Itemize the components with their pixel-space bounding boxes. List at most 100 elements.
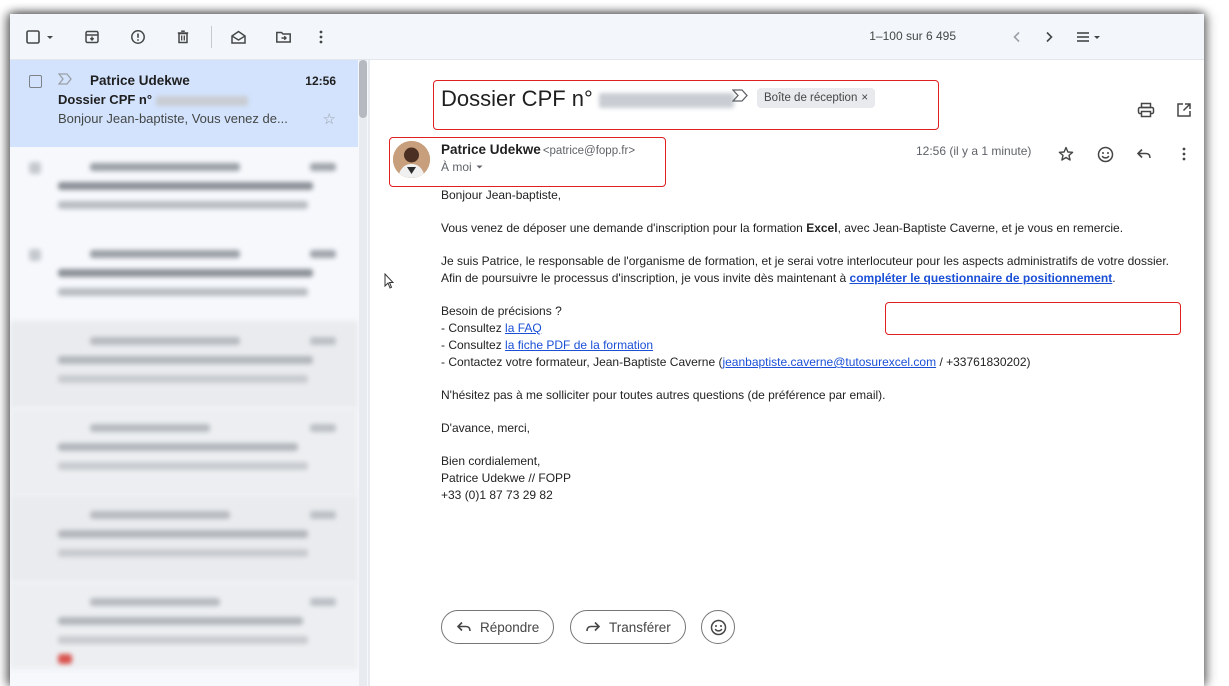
mark-unread-icon bbox=[231, 30, 246, 44]
help-line-1: - Consultez la FAQ bbox=[441, 320, 1191, 337]
row-snippet: Bonjour Jean-baptiste, Vous venez de... bbox=[58, 111, 288, 126]
checkbox-icon bbox=[26, 30, 40, 44]
reply-button[interactable] bbox=[1134, 144, 1154, 164]
body-paragraph-3: N'hésitez pas à me solliciter pour toute… bbox=[441, 388, 886, 402]
reading-pane: Dossier CPF n° Boîte de réception × Patr… bbox=[370, 60, 1204, 686]
body-text: - Consultez bbox=[441, 321, 506, 335]
help-line-3: - Contactez votre formateur, Jean-Baptis… bbox=[441, 354, 1191, 371]
recipient-details-toggle[interactable]: À moi bbox=[441, 160, 484, 174]
inbox-label-chip[interactable]: Boîte de réception × bbox=[757, 88, 876, 108]
row-time: 12:56 bbox=[305, 74, 336, 88]
body-text: Vous venez de déposer une demande d'insc… bbox=[441, 221, 807, 235]
chevron-down-icon bbox=[476, 165, 483, 169]
list-item[interactable]: Patrice Udekwe 12:56 Dossier CPF n° Bonj… bbox=[10, 60, 358, 147]
open-new-window-icon bbox=[1177, 103, 1191, 117]
avatar-photo bbox=[393, 141, 430, 178]
faq-link[interactable]: la FAQ bbox=[505, 321, 542, 335]
body-greeting: Bonjour Jean-baptiste, bbox=[441, 188, 562, 202]
more-actions-button[interactable] bbox=[318, 26, 324, 48]
older-button[interactable] bbox=[1037, 25, 1061, 49]
reply-icon bbox=[1136, 148, 1151, 159]
trainer-email-link[interactable]: jeanbaptiste.caverne@tutosurexcel.com bbox=[722, 355, 936, 369]
report-spam-icon bbox=[131, 30, 145, 44]
add-reaction-button[interactable] bbox=[1095, 144, 1115, 164]
delete-button[interactable] bbox=[175, 26, 191, 48]
archive-button[interactable] bbox=[84, 26, 100, 48]
signature-line-1: Bien cordialement, bbox=[441, 454, 541, 468]
reply-action-label: Répondre bbox=[480, 619, 540, 635]
message-time: 12:56 (il y a 1 minute) bbox=[916, 144, 1032, 158]
pdf-sheet-link[interactable]: la fiche PDF de la formation bbox=[505, 338, 653, 352]
forward-action-label: Transférer bbox=[609, 619, 671, 635]
list-item[interactable] bbox=[10, 147, 358, 234]
avatar[interactable] bbox=[393, 141, 430, 178]
body-text: - Consultez bbox=[441, 338, 506, 352]
report-spam-button[interactable] bbox=[130, 26, 146, 48]
chevron-right-icon bbox=[1046, 31, 1053, 43]
list-item[interactable] bbox=[10, 495, 358, 582]
importance-icon[interactable] bbox=[731, 89, 748, 107]
reply-icon bbox=[456, 621, 471, 632]
redacted-number bbox=[155, 95, 248, 106]
move-to-button[interactable] bbox=[275, 26, 292, 48]
archive-icon bbox=[85, 30, 99, 44]
list-scrollbar[interactable] bbox=[359, 60, 367, 686]
message-subject: Dossier CPF n° bbox=[441, 86, 734, 112]
toolbar: 1–100 sur 6 495 bbox=[10, 14, 1204, 60]
body-text: . bbox=[1112, 271, 1116, 285]
message-body: Bonjour Jean-baptiste, Vous venez de dép… bbox=[441, 187, 1191, 504]
mouse-cursor-icon bbox=[384, 272, 395, 294]
print-icon bbox=[1137, 102, 1155, 118]
help-line-2: - Consultez la fiche PDF de la formation bbox=[441, 337, 1191, 354]
more-options-button[interactable] bbox=[1174, 144, 1194, 164]
star-icon[interactable]: ☆ bbox=[323, 110, 336, 128]
row-checkbox[interactable] bbox=[29, 75, 42, 88]
density-icon bbox=[1077, 32, 1100, 42]
email-list: Patrice Udekwe 12:56 Dossier CPF n° Bonj… bbox=[10, 60, 368, 686]
remove-label-icon[interactable]: × bbox=[861, 92, 868, 104]
print-button[interactable] bbox=[1136, 100, 1156, 120]
sender-email: <patrice@fopp.fr> bbox=[542, 145, 636, 157]
select-options-button[interactable] bbox=[45, 26, 55, 48]
emoji-icon bbox=[710, 619, 726, 635]
body-paragraph-4: D'avance, merci, bbox=[441, 421, 530, 435]
body-paragraph-1: Vous venez de déposer une demande d'insc… bbox=[441, 220, 1191, 237]
toolbar-divider bbox=[211, 26, 212, 48]
scrollbar-thumb[interactable] bbox=[359, 60, 367, 118]
forward-action-button[interactable]: Transférer bbox=[570, 610, 686, 644]
body-text: , avec Jean-Baptiste Caverne, et je vous… bbox=[837, 221, 1124, 235]
questionnaire-link[interactable]: compléter le questionnaire de positionne… bbox=[850, 271, 1113, 285]
row-subject-text: Dossier CPF n° bbox=[58, 92, 153, 107]
recipient-label: À moi bbox=[441, 160, 472, 174]
sender-line: Patrice Udekwe <patrice@fopp.fr> bbox=[441, 142, 635, 157]
gmail-window: 1–100 sur 6 495 Patrice Udekwe 12:56 Dos… bbox=[10, 14, 1204, 686]
reply-action-button[interactable]: Répondre bbox=[441, 610, 555, 644]
mark-unread-button[interactable] bbox=[230, 26, 247, 48]
body-text: Afin de poursuivre le processus d'inscri… bbox=[441, 271, 850, 285]
star-icon bbox=[1058, 146, 1074, 161]
message-subject-text: Dossier CPF n° bbox=[441, 86, 593, 111]
body-text: - Contactez votre formateur, Jean-Baptis… bbox=[441, 355, 723, 369]
signature-line-3: +33 (0)1 87 73 29 82 bbox=[441, 488, 553, 502]
body-bold: Excel bbox=[806, 221, 838, 235]
list-item[interactable] bbox=[10, 582, 358, 669]
move-to-icon bbox=[276, 31, 291, 43]
newer-button[interactable] bbox=[1005, 25, 1029, 49]
more-vert-icon bbox=[319, 30, 323, 44]
open-new-window-button[interactable] bbox=[1174, 100, 1194, 120]
more-vert-icon bbox=[1182, 147, 1186, 161]
body-paragraph-2b: Afin de poursuivre le processus d'inscri… bbox=[441, 270, 1191, 287]
importance-icon[interactable] bbox=[57, 73, 72, 88]
select-all-checkbox[interactable] bbox=[26, 26, 40, 48]
sender-name[interactable]: Patrice Udekwe bbox=[441, 142, 541, 157]
body-paragraph-2: Je suis Patrice, le responsable de l'org… bbox=[441, 254, 1169, 268]
delete-icon bbox=[177, 30, 189, 44]
chevron-left-icon bbox=[1013, 31, 1020, 43]
emoji-reaction-button[interactable] bbox=[701, 610, 735, 644]
row-sender: Patrice Udekwe bbox=[90, 73, 190, 88]
list-item[interactable] bbox=[10, 321, 358, 408]
list-item[interactable] bbox=[10, 408, 358, 495]
density-button[interactable] bbox=[1071, 26, 1107, 48]
list-item[interactable] bbox=[10, 234, 358, 321]
star-button[interactable] bbox=[1056, 144, 1076, 164]
